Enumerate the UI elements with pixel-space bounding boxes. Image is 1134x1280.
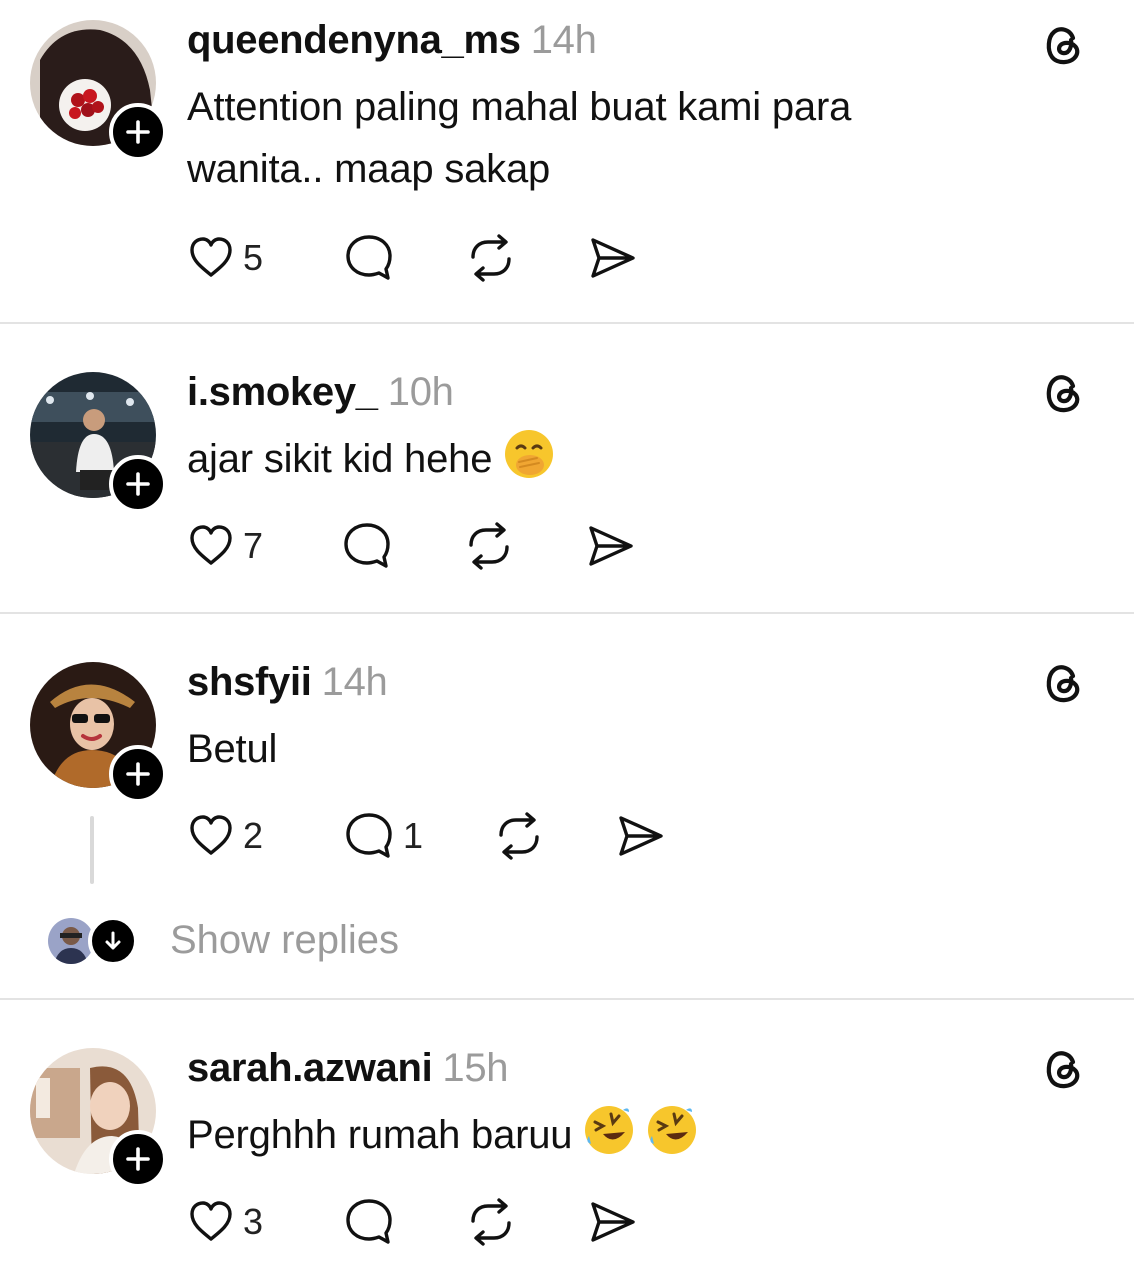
comment-bubble-icon [344,523,390,568]
repost-button[interactable] [463,520,515,572]
post-time: 15h [442,1046,509,1090]
repost-button[interactable] [465,232,517,284]
post-text: ajar sikit kid hehe [187,428,987,498]
repost-icon [471,1198,511,1246]
plus-icon [126,120,150,144]
show-replies-link[interactable]: Show replies [170,918,399,963]
threads-logo-icon[interactable] [1040,368,1088,416]
plus-icon [126,472,150,496]
username-text[interactable]: shsfyii [187,660,312,704]
post-time: 14h [530,18,597,62]
post-username[interactable]: queendenyna_ms 14h [187,18,597,63]
heart-icon [190,237,232,277]
post-time: 10h [387,370,454,414]
repost-icon [469,522,509,570]
like-button[interactable]: 2 [187,810,263,862]
post-text: Betul [187,727,278,771]
plus-icon [126,762,150,786]
like-count: 2 [243,815,264,856]
reply-count: 1 [403,815,424,856]
username-text[interactable]: sarah.azwani [187,1046,433,1090]
post-divider [0,612,1134,614]
share-button[interactable] [585,520,637,572]
expand-replies-badge[interactable] [88,916,138,966]
like-count: 3 [243,1201,264,1242]
comment-button[interactable] [343,232,395,284]
comment-button[interactable]: 1 [343,810,423,862]
comment-bubble-icon [346,235,392,280]
post-time: 14h [321,660,388,704]
repost-icon [471,234,511,282]
share-send-icon [591,238,635,278]
post-text: Perghhh rumah baruu [187,1104,987,1174]
share-button[interactable] [615,810,667,862]
threads-logo-icon[interactable] [1040,658,1088,706]
post-text-content: ajar sikit kid hehe [187,437,493,481]
heart-icon [190,525,232,565]
share-button[interactable] [587,1196,639,1248]
share-send-icon [589,526,633,566]
share-send-icon [591,1202,635,1242]
follow-button[interactable] [109,1130,167,1188]
post-username[interactable]: i.smokey_ 10h [187,370,454,415]
follow-button[interactable] [109,103,167,161]
post-divider [0,322,1134,324]
username-text[interactable]: i.smokey_ [187,370,378,414]
post-username[interactable]: sarah.azwani 15h [187,1046,509,1091]
repost-button[interactable] [465,1196,517,1248]
username-text[interactable]: queendenyna_ms [187,18,521,62]
arrow-down-icon [105,931,121,950]
plus-icon [126,1147,150,1171]
share-send-icon [619,816,663,856]
post-text: Attention paling mahal buat kami para wa… [187,85,852,191]
share-button[interactable] [587,232,639,284]
comment-bubble-icon [346,813,392,858]
like-count: 7 [243,525,264,566]
threads-logo-icon[interactable] [1040,20,1088,68]
post-username[interactable]: shsfyii 14h [187,660,388,705]
reply-thread-line [90,816,94,884]
comment-button[interactable] [341,520,393,572]
like-button[interactable]: 3 [187,1196,263,1248]
like-button[interactable]: 7 [187,520,263,572]
comment-bubble-icon [346,1199,392,1244]
rolling-on-floor-laughing-emoji [583,1104,635,1174]
follow-button[interactable] [109,745,167,803]
like-count: 5 [243,237,264,278]
repost-icon [499,812,539,860]
post-text-content: Perghhh rumah baruu [187,1113,573,1157]
heart-icon [190,1201,232,1241]
threads-logo-icon[interactable] [1040,1044,1088,1092]
comment-button[interactable] [343,1196,395,1248]
follow-button[interactable] [109,455,167,513]
like-button[interactable]: 5 [187,232,263,284]
post-divider [0,998,1134,1000]
heart-icon [190,815,232,855]
hand-over-mouth-emoji [503,428,555,498]
repost-button[interactable] [493,810,545,862]
rolling-on-floor-laughing-emoji [646,1104,698,1174]
